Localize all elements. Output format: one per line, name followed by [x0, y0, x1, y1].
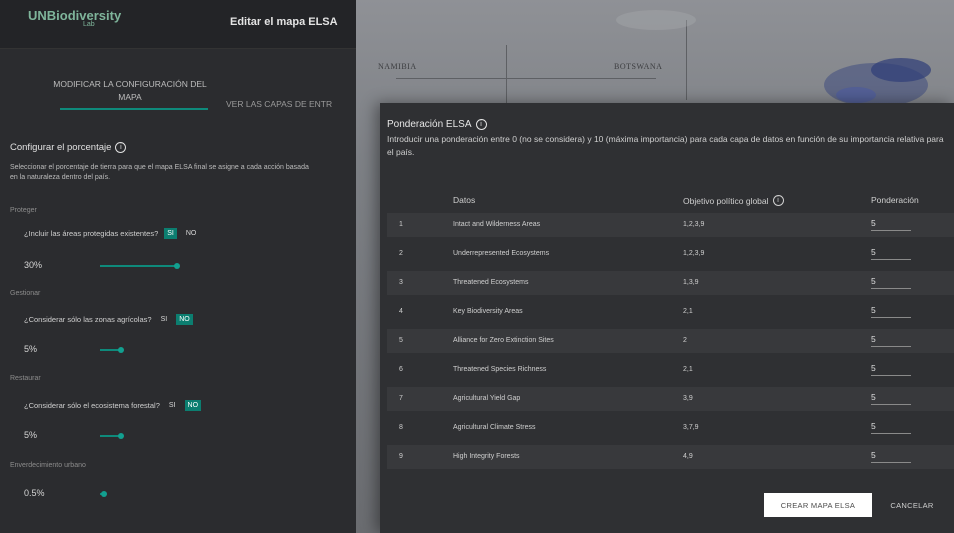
row-goal: 1,2,3,9: [683, 221, 705, 228]
row-goal: 1,3,9: [683, 279, 699, 286]
row-goal: 2: [683, 337, 687, 344]
row-data-name: Agricultural Yield Gap: [453, 395, 521, 402]
row-number: 5: [399, 337, 403, 344]
row-goal: 2,1: [683, 366, 693, 373]
dialog-title: Ponderación ELSA i: [387, 119, 487, 130]
group-label-protect: Proteger: [10, 207, 37, 214]
slider-thumb[interactable]: [101, 491, 107, 497]
row-number: 4: [399, 308, 403, 315]
toggle-no[interactable]: NO: [184, 400, 202, 411]
question-agricultural: ¿Considerar sólo las zonas agrícolas? SI…: [24, 314, 193, 325]
toggle-no[interactable]: NO: [183, 228, 200, 239]
section-title: Configurar el porcentaje i: [10, 142, 350, 153]
sidebar: UNBiodiversity Lab Editar el mapa ELSA M…: [0, 0, 356, 533]
row-data-name: Agricultural Climate Stress: [453, 424, 536, 431]
slider-urban[interactable]: [100, 491, 107, 497]
toggle-yes[interactable]: SI: [164, 228, 177, 239]
create-elsa-map-button[interactable]: CREAR MAPA ELSA: [764, 493, 872, 517]
header-goal: Objetivo político global i: [683, 195, 784, 206]
table-row: 5 Alliance for Zero Extinction Sites 2 5: [387, 329, 954, 353]
group-label-manage: Gestionar: [10, 290, 41, 297]
weighting-dialog: Ponderación ELSA i Introducir una ponder…: [380, 103, 954, 533]
row-number: 1: [399, 221, 403, 228]
row-data-name: Threatened Ecosystems: [453, 279, 529, 286]
row-number: 6: [399, 366, 403, 373]
percent-urban: 0.5%: [24, 488, 45, 498]
question-text: ¿Incluir las áreas protegidas existentes…: [24, 229, 159, 238]
percent-config: Configurar el porcentaje i Seleccionar e…: [10, 142, 350, 183]
info-icon[interactable]: i: [475, 119, 487, 130]
cancel-button[interactable]: CANCELAR: [880, 493, 944, 517]
weight-input[interactable]: 5: [871, 421, 911, 434]
weight-input[interactable]: 5: [871, 450, 911, 463]
question-forest: ¿Considerar sólo el ecosistema forestal?…: [24, 400, 202, 411]
logo-brand: UNBiodiversity: [28, 8, 122, 23]
percent-manage: 5%: [24, 344, 38, 354]
tab-modify-config[interactable]: MODIFICAR LA CONFIGURACIÓN DEL MAPA: [50, 78, 210, 110]
row-number: 2: [399, 250, 403, 257]
percent-protect: 30%: [24, 260, 43, 270]
question-text: ¿Considerar sólo el ecosistema forestal?: [24, 401, 160, 410]
toggle-yes[interactable]: SI: [166, 400, 179, 411]
row-data-name: High Integrity Forests: [453, 453, 520, 460]
weight-input[interactable]: 5: [871, 276, 911, 289]
table-row: 9 High Integrity Forests 4,9 5: [387, 445, 954, 469]
tab-bar: MODIFICAR LA CONFIGURACIÓN DEL MAPA VER …: [0, 60, 356, 120]
row-goal: 3,9: [683, 395, 693, 402]
header-goal-text: Objetivo político global: [683, 195, 769, 206]
table-row: 1 Intact and Wilderness Areas 1,2,3,9 5: [387, 213, 954, 237]
logo[interactable]: UNBiodiversity Lab: [28, 8, 121, 28]
row-data-name: Key Biodiversity Areas: [453, 308, 523, 315]
dialog-title-text: Ponderación ELSA: [387, 119, 472, 130]
question-text: ¿Considerar sólo las zonas agrícolas?: [24, 315, 152, 324]
sidebar-header: UNBiodiversity Lab Editar el mapa ELSA: [0, 0, 356, 49]
tab-view-layers[interactable]: VER LAS CAPAS DE ENTR: [226, 98, 356, 111]
slider-protect[interactable]: [100, 263, 180, 269]
table-row: 4 Key Biodiversity Areas 2,1 5: [387, 300, 954, 324]
header-weight: Ponderación: [871, 195, 919, 205]
table-row: 2 Underrepresented Ecosystems 1,2,3,9 5: [387, 242, 954, 266]
header-data: Datos: [453, 195, 476, 205]
slider-thumb[interactable]: [174, 263, 180, 269]
row-data-name: Underrepresented Ecosystems: [453, 250, 550, 257]
row-number: 8: [399, 424, 403, 431]
table-row: 6 Threatened Species Richness 2,1 5: [387, 358, 954, 382]
toggle-no[interactable]: NO: [176, 314, 193, 325]
weight-input[interactable]: 5: [871, 218, 911, 231]
row-data-name: Alliance for Zero Extinction Sites: [453, 337, 554, 344]
slider-thumb[interactable]: [118, 347, 124, 353]
group-label-restore: Restaurar: [10, 375, 41, 382]
weight-input[interactable]: 5: [871, 392, 911, 405]
question-protected-areas: ¿Incluir las áreas protegidas existentes…: [24, 228, 199, 239]
row-goal: 3,7,9: [683, 424, 699, 431]
sidebar-title: Editar el mapa ELSA: [230, 16, 338, 28]
slider-manage[interactable]: [100, 347, 124, 353]
table-row: 8 Agricultural Climate Stress 3,7,9 5: [387, 416, 954, 440]
group-label-urban: Enverdecimiento urbano: [10, 462, 86, 469]
section-description: Seleccionar el porcentaje de tierra para…: [10, 164, 309, 181]
weight-input[interactable]: 5: [871, 247, 911, 260]
percent-restore: 5%: [24, 430, 38, 440]
info-icon[interactable]: i: [772, 195, 784, 206]
row-goal: 4,9: [683, 453, 693, 460]
weight-input[interactable]: 5: [871, 334, 911, 347]
row-data-name: Intact and Wilderness Areas: [453, 221, 541, 228]
table-header: Datos Objetivo político global i Pondera…: [387, 189, 954, 213]
weight-input[interactable]: 5: [871, 305, 911, 318]
dialog-description: Introducir una ponderación entre 0 (no s…: [387, 134, 944, 157]
info-icon[interactable]: i: [115, 142, 127, 153]
slider-thumb[interactable]: [118, 433, 124, 439]
table-row: 7 Agricultural Yield Gap 3,9 5: [387, 387, 954, 411]
weight-input[interactable]: 5: [871, 363, 911, 376]
row-data-name: Threatened Species Richness: [453, 366, 547, 373]
section-title-text: Configurar el porcentaje: [10, 142, 112, 153]
row-number: 9: [399, 453, 403, 460]
table-row: 3 Threatened Ecosystems 1,3,9 5: [387, 271, 954, 295]
slider-restore[interactable]: [100, 433, 124, 439]
toggle-yes[interactable]: SI: [158, 314, 171, 325]
row-goal: 1,2,3,9: [683, 250, 705, 257]
row-number: 3: [399, 279, 403, 286]
row-number: 7: [399, 395, 403, 402]
row-goal: 2,1: [683, 308, 693, 315]
